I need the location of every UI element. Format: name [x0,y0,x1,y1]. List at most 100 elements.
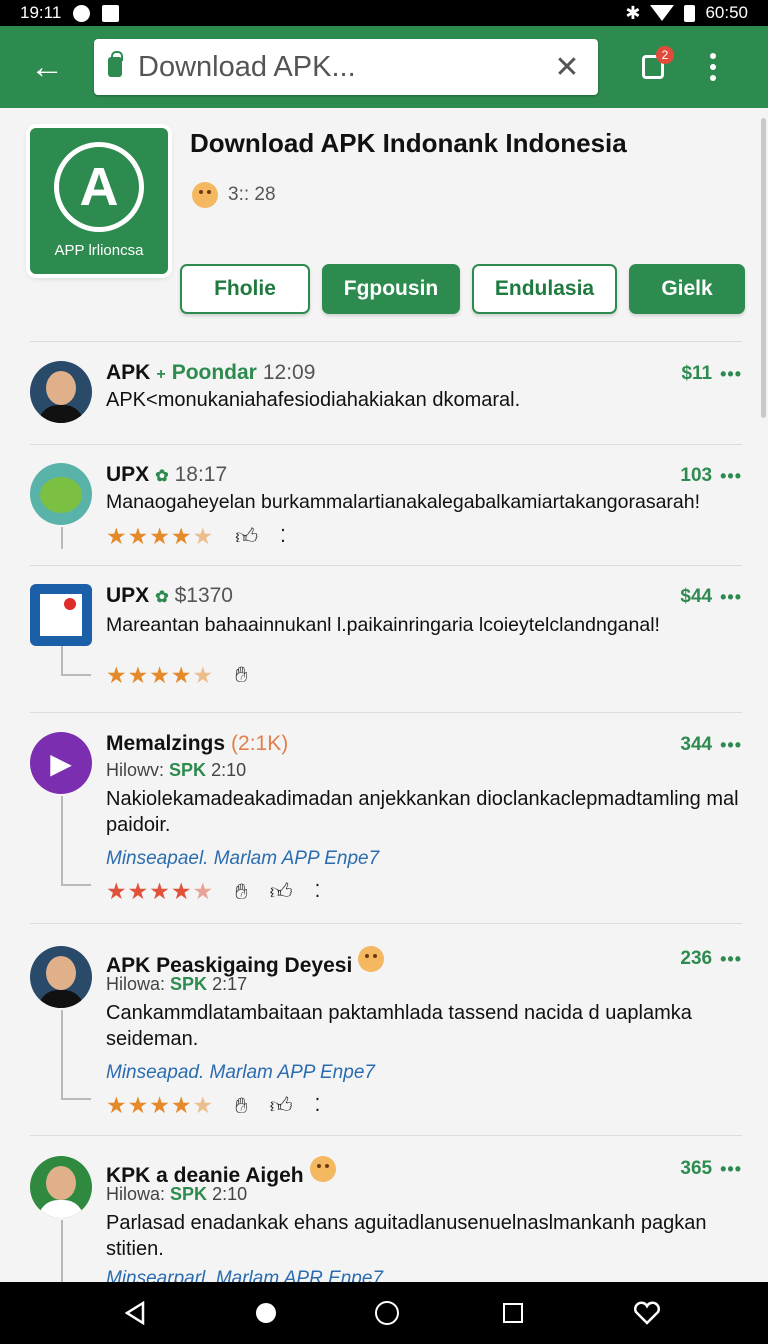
url-input[interactable] [138,50,550,84]
star-rating: ★ ★ ★ ★ ★ [106,661,214,688]
sub-prefix: Hilowv: [106,760,165,780]
emoji-face-icon [192,182,218,208]
app-icon[interactable]: A APP lrlioncsa [30,128,168,274]
more-options-icon[interactable]: ••• [720,1159,742,1180]
review-text: Manaogaheyelan burkammalartianakalegabal… [106,491,701,513]
system-nav-bar [0,1282,768,1344]
review-item: APK Peaskigaing Deyesi 236 ••• Hilowa: S… [30,946,742,1119]
review-text: Cankammdlatambaitaan paktamhlada tassend… [106,1002,692,1050]
more-options-icon[interactable]: ••• [720,949,742,970]
thread-line [61,1220,63,1282]
thumbs-up-icon[interactable]: 👍︎ [270,1092,293,1119]
review-link[interactable]: Minseapael. Marlam APP Enpe7 [106,848,379,870]
review-link[interactable]: Minsearparl. Marlam APR Enpe7 [106,1268,383,1282]
page-content[interactable]: A APP lrlioncsa Download APK Indonank In… [0,108,768,1282]
avatar[interactable] [30,584,92,646]
sub-tag: SPK [170,974,208,994]
review-tag: Poondar [171,361,257,384]
sub-time: 2:17 [212,974,248,994]
more-options-icon[interactable]: ••• [720,587,742,608]
review-time: 18:17 [174,463,228,486]
avatar[interactable]: ▶ [30,732,92,794]
action-button-2[interactable]: Fgpousin [322,264,460,314]
action-button-4[interactable]: Gielk [629,264,745,314]
back-button[interactable]: ← [0,26,94,108]
review-time: 12:09 [262,361,316,384]
status-bar: 19:11 ✱ 60:50 [0,0,768,26]
action-button-3[interactable]: Endulasia [472,264,617,314]
review-item: UPX ✿ $1370 $44 ••• Mareantan bahaainnuk… [30,584,742,694]
status-time: 19:11 [20,3,62,22]
sub-tag: SPK [169,760,207,780]
image-icon [102,4,120,22]
action-button-1[interactable]: Fholie [180,264,310,314]
rating-row: ★ ★ ★ ★ ★ ✋︎ 👍︎ ⁚ [106,1092,320,1119]
avatar[interactable] [30,361,92,423]
review-author: Memalzings [106,732,226,755]
tabs-button[interactable]: 2 [628,42,678,92]
avatar[interactable] [30,946,92,1008]
dot-icon [710,64,716,70]
hand-icon[interactable]: ✋︎ [235,662,248,688]
nav-dot-button[interactable] [252,1293,280,1333]
url-bar[interactable]: ✕ [94,39,598,95]
status-clock-right: 60:50 [705,3,748,22]
hand-icon[interactable]: ✋︎ [235,879,248,905]
rating-row: ★ ★ ★ ★ ★ ✋︎ 👍︎ ⁚ [106,878,320,905]
divider [30,712,742,713]
avatar[interactable] [30,463,92,525]
app-logo-letter: A [79,157,119,217]
sub-time: 2:10 [212,1184,248,1204]
thumbs-up-icon[interactable]: 👍︎ [235,523,258,550]
star-rating: ★ ★ ★ ★ ★ [106,1092,214,1118]
sub-prefix: Hilowa: [106,1184,166,1204]
dot-icon [710,53,716,59]
heart-icon [634,1301,660,1325]
review-author: APK [106,361,151,384]
divider [30,923,742,924]
more-dots-icon[interactable]: ⁚ [280,526,286,547]
nav-recents-button[interactable] [498,1293,528,1333]
battery-icon [684,4,696,22]
thumbs-up-icon[interactable]: 👍︎ [270,878,293,905]
nav-back-button[interactable] [120,1293,150,1333]
thread-line [61,884,91,886]
review-meta-right: $11 ••• [681,363,742,385]
review-value: $44 [680,586,713,607]
more-dots-icon[interactable]: ⁚ [315,881,321,902]
hand-icon[interactable]: ✋︎ [235,1093,248,1119]
review-meta-right: 236 ••• [680,948,742,970]
avatar[interactable] [30,1156,92,1218]
more-dots-icon[interactable]: ⁚ [315,1095,321,1116]
review-value: 236 [680,948,713,969]
review-text: Nakiolekamadeakadimadan anjekkankan dioc… [106,788,739,836]
flower-icon: ✿ [155,468,169,485]
review-link[interactable]: Minseapad. Marlam APP Enpe7 [106,1062,375,1084]
review-author: UPX [106,584,150,607]
scrollbar[interactable] [761,118,766,418]
lock-icon [108,51,123,77]
overflow-menu-button[interactable] [698,42,728,92]
more-options-icon[interactable]: ••• [720,735,742,756]
nav-assistant-button[interactable] [630,1293,664,1333]
review-item: UPX ✿ 18:17 103 ••• Manaogaheyelan burka… [30,463,742,563]
nav-home-button[interactable] [372,1293,402,1333]
review-item: ▶ Memalzings (2:1K) 344 ••• Hilowv: SPK … [30,732,742,905]
review-meta-right: 344 ••• [680,734,742,756]
review-header: UPX ✿ $1370 [106,584,233,608]
play-icon: ▶ [50,747,72,779]
close-share-icon[interactable]: ✕ [550,50,584,84]
thread-line [61,1010,63,1100]
more-options-icon[interactable]: ••• [720,364,742,385]
review-header: UPX ✿ 18:17 [106,463,227,487]
app-icon-label: APP lrlioncsa [54,242,144,259]
more-options-icon[interactable]: ••• [720,466,742,487]
thread-line [61,527,63,549]
review-value: 103 [680,465,713,486]
review-item: KPK a deanie Aigeh 365 ••• Hilowa: SPK 2… [30,1156,742,1282]
action-buttons: Fholie Fgpousin Endulasia Gielk [180,264,745,314]
thread-line [61,674,91,676]
sub-time: 2:10 [211,760,247,780]
divider [30,565,742,566]
review-count: (2:1K) [231,732,289,755]
